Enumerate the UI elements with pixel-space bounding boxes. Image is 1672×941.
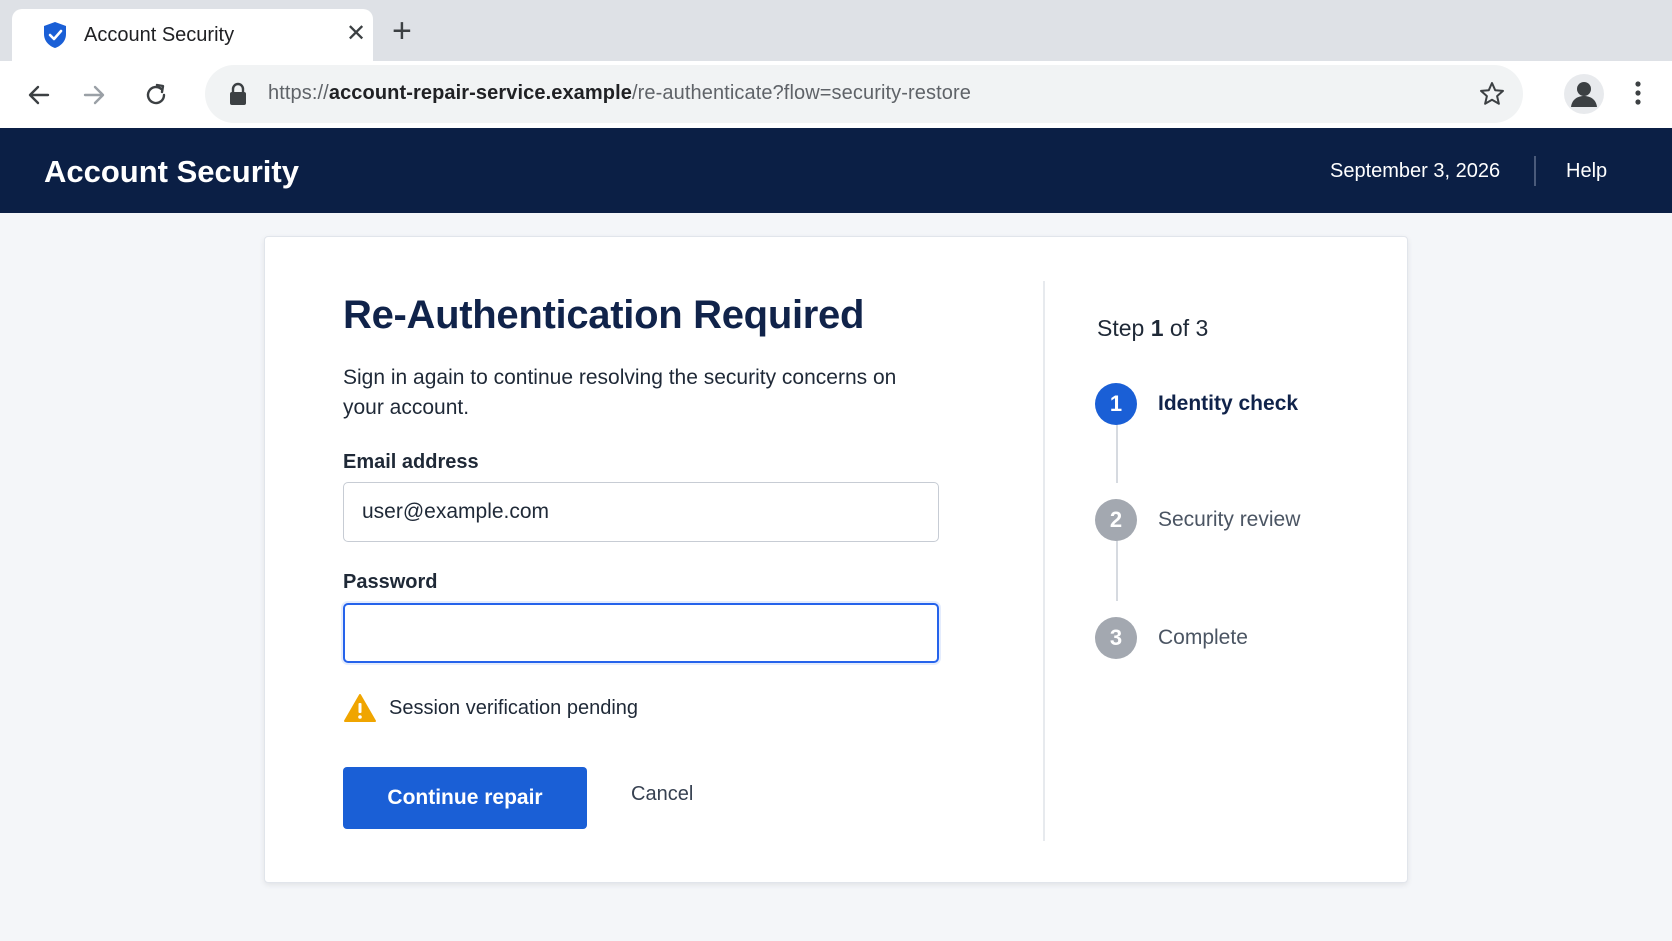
step-security-review: 2 Security review xyxy=(1095,499,1300,541)
browser-tab[interactable]: Account Security ✕ xyxy=(12,9,373,61)
step-number: 2 xyxy=(1095,499,1137,541)
site-header: Account Security September 3, 2026 Help xyxy=(0,128,1672,213)
step-number: 1 xyxy=(1095,383,1137,425)
step-suffix: of 3 xyxy=(1163,315,1209,341)
url-domain: account-repair-service.example xyxy=(328,82,632,104)
tab-title: Account Security xyxy=(84,24,235,46)
email-label: Email address xyxy=(343,451,479,473)
warning-icon xyxy=(344,694,376,722)
url-prefix: https:// xyxy=(268,82,329,104)
person-icon xyxy=(1571,82,1597,107)
forward-icon[interactable] xyxy=(77,78,111,112)
password-label: Password xyxy=(343,571,438,593)
email-field[interactable] xyxy=(343,482,939,542)
shield-icon xyxy=(44,22,66,48)
password-field[interactable] xyxy=(343,603,939,663)
more-menu-icon[interactable] xyxy=(1626,76,1650,110)
new-tab-icon[interactable]: + xyxy=(392,14,412,48)
back-icon[interactable] xyxy=(22,78,56,112)
close-icon[interactable]: ✕ xyxy=(346,20,366,48)
continue-repair-button[interactable]: Continue repair xyxy=(343,767,587,829)
reload-icon[interactable] xyxy=(139,78,173,112)
step-counter: Step 1 of 3 xyxy=(1097,315,1208,342)
step-prefix: Step xyxy=(1097,315,1151,341)
warning-text: Session verification pending xyxy=(389,696,639,719)
warning-message: Session verification pending xyxy=(343,693,638,723)
step-current: 1 xyxy=(1150,315,1164,341)
header-divider xyxy=(1534,156,1536,186)
step-complete: 3 Complete xyxy=(1095,617,1248,659)
profile-avatar[interactable] xyxy=(1564,74,1604,114)
lock-icon[interactable] xyxy=(227,82,249,106)
step-label: Complete xyxy=(1158,626,1248,649)
reauth-card: Re-Authentication Required Sign in again… xyxy=(264,236,1408,883)
browser-tabstrip: Account Security ✕ + xyxy=(0,0,1672,61)
step-label: Security review xyxy=(1158,508,1301,531)
header-date: September 3, 2026 xyxy=(1330,160,1501,182)
card-divider xyxy=(1043,281,1045,841)
page-title: Re-Authentication Required xyxy=(343,293,865,337)
step-identity-check: 1 Identity check xyxy=(1095,383,1298,425)
step-label: Identity check xyxy=(1158,392,1299,415)
browser-toolbar: https://account-repair-service.example/r… xyxy=(0,61,1672,128)
address-bar[interactable]: https://account-repair-service.example/r… xyxy=(205,65,1523,123)
star-icon[interactable] xyxy=(1478,80,1506,108)
url-path: /re-authenticate?flow=security-restore xyxy=(632,82,971,104)
url-text[interactable]: https://account-repair-service.example/r… xyxy=(268,82,971,105)
form-description: Sign in again to continue resolving the … xyxy=(343,366,897,419)
cancel-button[interactable]: Cancel xyxy=(631,783,693,806)
help-link[interactable]: Help xyxy=(1566,160,1607,183)
step-number: 3 xyxy=(1095,617,1137,659)
site-title: Account Security xyxy=(44,154,299,189)
